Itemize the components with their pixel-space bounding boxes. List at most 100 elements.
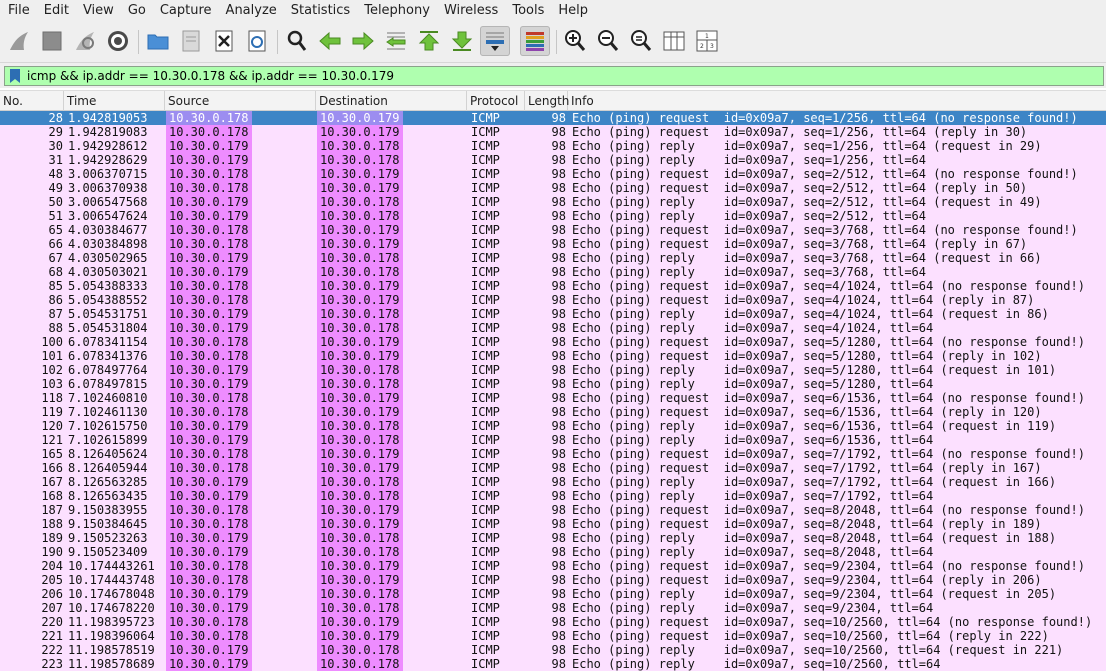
go-first-icon[interactable] (414, 26, 444, 56)
packet-info-cell: Echo (ping) reply id=0x09a7, seq=9/2304,… (572, 601, 934, 615)
packet-row[interactable]: 88 5.054531804 10.30.0.179 10.30.0.178 ICMP 9… (0, 321, 1106, 335)
packet-row[interactable]: 65 4.030384677 10.30.0.178 10.30.0.179 ICMP 9… (0, 223, 1106, 237)
packet-row[interactable]: 222 11.198578519 10.30.0.179 10.30.0.178 ICM… (0, 643, 1106, 657)
column-header-length[interactable]: Length (525, 91, 569, 111)
menu-view[interactable]: View (75, 0, 120, 22)
zoom-out-icon[interactable] (593, 26, 623, 56)
packet-row[interactable]: 204 10.174443261 10.30.0.178 10.30.0.179 ICM… (0, 559, 1106, 573)
packet-time-cell: 3.006370938 (68, 181, 148, 195)
packet-row[interactable]: 189 9.150523263 10.30.0.179 10.30.0.178 ICMP… (0, 531, 1106, 545)
packet-row[interactable]: 66 4.030384898 10.30.0.178 10.30.0.179 ICMP 9… (0, 237, 1106, 251)
menu-statistics[interactable]: Statistics (283, 0, 356, 22)
close-file-icon[interactable] (209, 26, 239, 56)
packet-row[interactable]: 30 1.942928612 10.30.0.179 10.30.0.178 ICMP 9… (0, 139, 1106, 153)
save-file-icon[interactable] (176, 26, 206, 56)
column-header-source[interactable]: Source (165, 91, 316, 111)
reload-icon[interactable] (242, 26, 272, 56)
packet-proto-cell: ICMP (471, 125, 500, 139)
go-last-icon[interactable] (447, 26, 477, 56)
packet-list[interactable]: No. Time Source Destination Protocol Len… (0, 90, 1106, 672)
packet-row[interactable]: 165 8.126405624 10.30.0.178 10.30.0.179 ICMP… (0, 447, 1106, 461)
autoscroll-icon[interactable] (480, 26, 510, 56)
packet-no-cell: 48 (48, 167, 63, 181)
stop-icon[interactable] (37, 26, 67, 56)
packet-row[interactable]: 221 11.198396064 10.30.0.178 10.30.0.179 ICM… (0, 629, 1106, 643)
packet-time-cell: 5.054531804 (68, 321, 148, 335)
packet-row[interactable]: 100 6.078341154 10.30.0.178 10.30.0.179 ICMP… (0, 335, 1106, 349)
bookmark-icon[interactable] (7, 67, 23, 85)
packet-row[interactable]: 188 9.150384645 10.30.0.178 10.30.0.179 ICMP… (0, 517, 1106, 531)
packet-row[interactable]: 121 7.102615899 10.30.0.179 10.30.0.178 ICMP… (0, 433, 1106, 447)
packet-row[interactable]: 187 9.150383955 10.30.0.178 10.30.0.179 ICMP… (0, 503, 1106, 517)
packet-row-selected[interactable]: 28 1.942819053 10.30.0.178 10.30.0.179 ICMP 9… (0, 111, 1106, 125)
packet-row[interactable]: 101 6.078341376 10.30.0.178 10.30.0.179 ICMP… (0, 349, 1106, 363)
menu-edit[interactable]: Edit (36, 0, 75, 22)
packet-row[interactable]: 87 5.054531751 10.30.0.179 10.30.0.178 ICMP 9… (0, 307, 1106, 321)
resize-columns-icon[interactable] (659, 26, 689, 56)
column-header-info[interactable]: Info (568, 91, 1106, 111)
packet-row[interactable]: 29 1.942819083 10.30.0.178 10.30.0.179 ICMP 9… (0, 125, 1106, 139)
go-forward-arrow-icon[interactable] (348, 26, 378, 56)
packet-row[interactable]: 49 3.006370938 10.30.0.178 10.30.0.179 ICMP 9… (0, 181, 1106, 195)
packet-proto-cell: ICMP (471, 335, 500, 349)
colorize-icon[interactable] (520, 26, 550, 56)
column-header-destination[interactable]: Destination (316, 91, 467, 111)
menu-go[interactable]: Go (120, 0, 152, 22)
packet-row[interactable]: 118 7.102460810 10.30.0.178 10.30.0.179 ICMP… (0, 391, 1106, 405)
menu-help[interactable]: Help (550, 0, 594, 22)
menu-tools[interactable]: Tools (504, 0, 550, 22)
menu-telephony[interactable]: Telephony (356, 0, 436, 22)
packet-row[interactable]: 31 1.942928629 10.30.0.179 10.30.0.178 ICMP 9… (0, 153, 1106, 167)
column-header-time[interactable]: Time (64, 91, 165, 111)
packet-row[interactable]: 190 9.150523409 10.30.0.179 10.30.0.178 ICMP… (0, 545, 1106, 559)
packet-proto-cell: ICMP (471, 349, 500, 363)
packet-row[interactable]: 205 10.174443748 10.30.0.178 10.30.0.179 ICM… (0, 573, 1106, 587)
menu-wireless[interactable]: Wireless (436, 0, 504, 22)
packet-row[interactable]: 51 3.006547624 10.30.0.179 10.30.0.178 ICMP 9… (0, 209, 1106, 223)
packet-row[interactable]: 67 4.030502965 10.30.0.179 10.30.0.178 ICMP 9… (0, 251, 1106, 265)
open-folder-icon[interactable] (143, 26, 173, 56)
restart-icon[interactable] (70, 26, 100, 56)
display-filter-input[interactable] (23, 67, 1087, 85)
packet-proto-cell: ICMP (471, 531, 500, 545)
packet-row[interactable]: 85 5.054388333 10.30.0.178 10.30.0.179 ICMP 9… (0, 279, 1106, 293)
packet-src-cell: 10.30.0.178 (166, 111, 252, 125)
packet-row[interactable]: 120 7.102615750 10.30.0.179 10.30.0.178 ICMP… (0, 419, 1106, 433)
packet-info-cell: Echo (ping) request id=0x09a7, seq=4/102… (572, 279, 1085, 293)
packet-row[interactable]: 50 3.006547568 10.30.0.179 10.30.0.178 ICMP 9… (0, 195, 1106, 209)
packet-row[interactable]: 48 3.006370715 10.30.0.178 10.30.0.179 ICMP 9… (0, 167, 1106, 181)
packet-row[interactable]: 206 10.174678048 10.30.0.179 10.30.0.178 ICM… (0, 587, 1106, 601)
shark-fin-start-icon[interactable] (4, 26, 34, 56)
packet-row[interactable]: 166 8.126405944 10.30.0.178 10.30.0.179 ICMP… (0, 461, 1106, 475)
go-back-arrow-icon[interactable] (315, 26, 345, 56)
zoom-in-icon[interactable] (560, 26, 590, 56)
column-header-protocol[interactable]: Protocol (467, 91, 525, 111)
options-gear-icon[interactable] (103, 26, 133, 56)
packet-dst-cell: 10.30.0.179 (317, 335, 403, 349)
packet-row[interactable]: 220 11.198395723 10.30.0.178 10.30.0.179 ICM… (0, 615, 1106, 629)
packet-row[interactable]: 207 10.174678220 10.30.0.179 10.30.0.178 ICM… (0, 601, 1106, 615)
packet-no-cell: 65 (48, 223, 63, 237)
packet-row[interactable]: 167 8.126563285 10.30.0.179 10.30.0.178 ICMP… (0, 475, 1106, 489)
layout-icon[interactable]: 123 (692, 26, 722, 56)
menu-analyze[interactable]: Analyze (218, 0, 283, 22)
packet-row[interactable]: 223 11.198578689 10.30.0.179 10.30.0.178 ICM… (0, 657, 1106, 671)
find-magnifier-icon[interactable] (282, 26, 312, 56)
packet-row[interactable]: 102 6.078497764 10.30.0.179 10.30.0.178 ICMP… (0, 363, 1106, 377)
packet-info-cell: Echo (ping) reply id=0x09a7, seq=10/2560… (572, 643, 1064, 657)
packet-row[interactable]: 168 8.126563435 10.30.0.179 10.30.0.178 ICMP… (0, 489, 1106, 503)
packet-row[interactable]: 119 7.102461130 10.30.0.178 10.30.0.179 ICMP… (0, 405, 1106, 419)
packet-time-cell: 6.078341154 (68, 335, 148, 349)
zoom-normal-icon[interactable] (626, 26, 656, 56)
packet-row[interactable]: 103 6.078497815 10.30.0.179 10.30.0.178 ICMP… (0, 377, 1106, 391)
go-to-packet-icon[interactable] (381, 26, 411, 56)
menu-capture[interactable]: Capture (152, 0, 218, 22)
packet-dst-cell: 10.30.0.179 (317, 405, 403, 419)
column-header-no[interactable]: No. (0, 91, 64, 111)
packet-row[interactable]: 68 4.030503021 10.30.0.179 10.30.0.178 ICMP 9… (0, 265, 1106, 279)
packet-no-cell: 102 (41, 363, 63, 377)
menu-file[interactable]: File (0, 0, 36, 22)
packet-src-cell: 10.30.0.178 (166, 503, 252, 517)
packet-len-cell: 98 (551, 335, 566, 349)
packet-row[interactable]: 86 5.054388552 10.30.0.178 10.30.0.179 ICMP 9… (0, 293, 1106, 307)
